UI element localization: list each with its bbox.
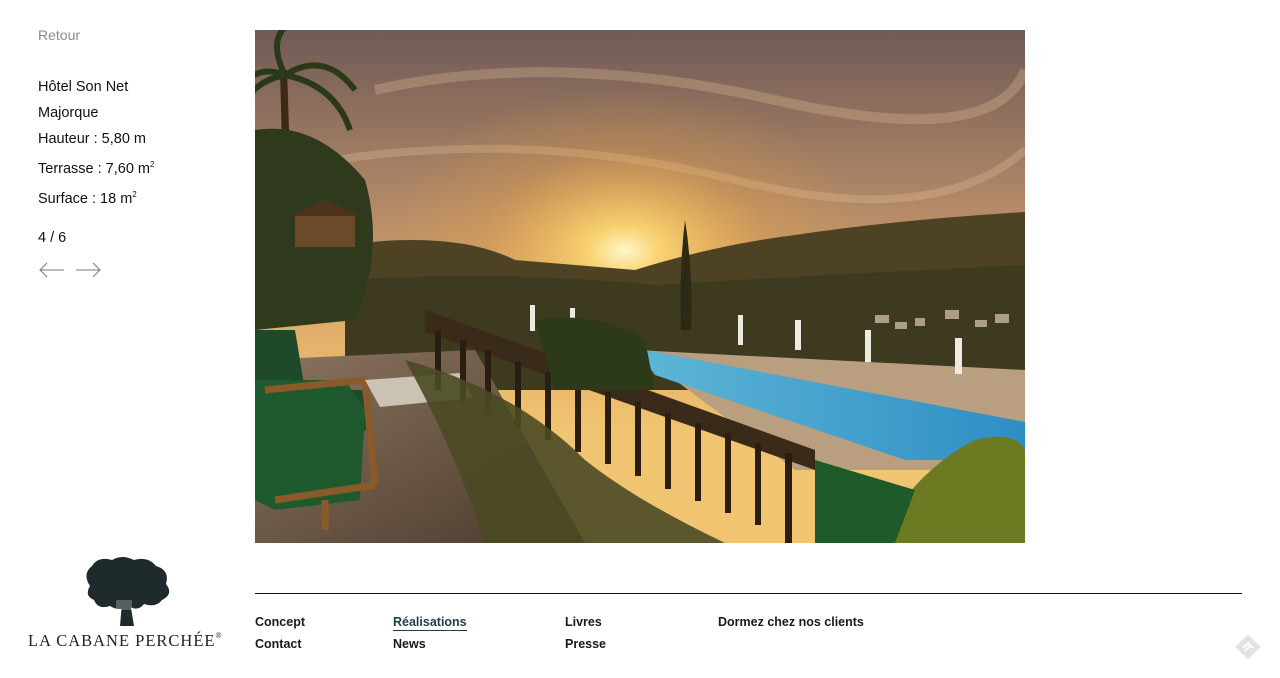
- nav-concept[interactable]: Concept: [255, 615, 305, 629]
- sunset-terrace-image: [255, 30, 1025, 543]
- surface-value: Surface : 18 m: [38, 191, 133, 207]
- project-surface: Surface : 18 m2: [38, 182, 154, 212]
- brand-logo[interactable]: LA CABANE PERCHÉE®: [28, 556, 228, 652]
- brand-wordmark: LA CABANE PERCHÉE®: [28, 631, 228, 651]
- nav-realisations[interactable]: Réalisations: [393, 615, 467, 631]
- diamond-badge-icon[interactable]: [1234, 634, 1262, 660]
- project-height: Hauteur : 5,80 m: [38, 131, 146, 147]
- terrace-value: Terrasse : 7,60 m: [38, 161, 151, 177]
- nav-presse[interactable]: Presse: [565, 637, 606, 651]
- slide-counter: 4 / 6: [38, 230, 67, 246]
- project-photo: [255, 30, 1025, 543]
- project-name: Hôtel Son Net: [38, 79, 129, 95]
- terrace-unit-sup: 2: [150, 160, 155, 169]
- tree-logo-icon: [86, 557, 170, 626]
- nav-livres[interactable]: Livres: [565, 615, 602, 629]
- arrow-right-icon[interactable]: [74, 262, 102, 278]
- project-location: Majorque: [38, 105, 99, 121]
- brand-registered-mark: ®: [215, 631, 222, 640]
- page: Retour Hôtel Son Net Majorque Hauteur : …: [0, 0, 1280, 678]
- nav-contact[interactable]: Contact: [255, 637, 302, 651]
- arrow-left-icon[interactable]: [38, 262, 66, 278]
- nav-dormez[interactable]: Dormez chez nos clients: [718, 615, 864, 629]
- footer-divider: [255, 593, 1242, 594]
- brand-name: LA CABANE PERCHÉE: [28, 631, 216, 650]
- project-details: Hôtel Son Net Majorque Hauteur : 5,80 m …: [38, 74, 154, 212]
- nav-news[interactable]: News: [393, 637, 426, 651]
- project-terrace: Terrasse : 7,60 m2: [38, 152, 154, 182]
- surface-unit-sup: 2: [132, 190, 137, 199]
- back-link[interactable]: Retour: [38, 27, 80, 43]
- gallery-arrows: [38, 262, 102, 278]
